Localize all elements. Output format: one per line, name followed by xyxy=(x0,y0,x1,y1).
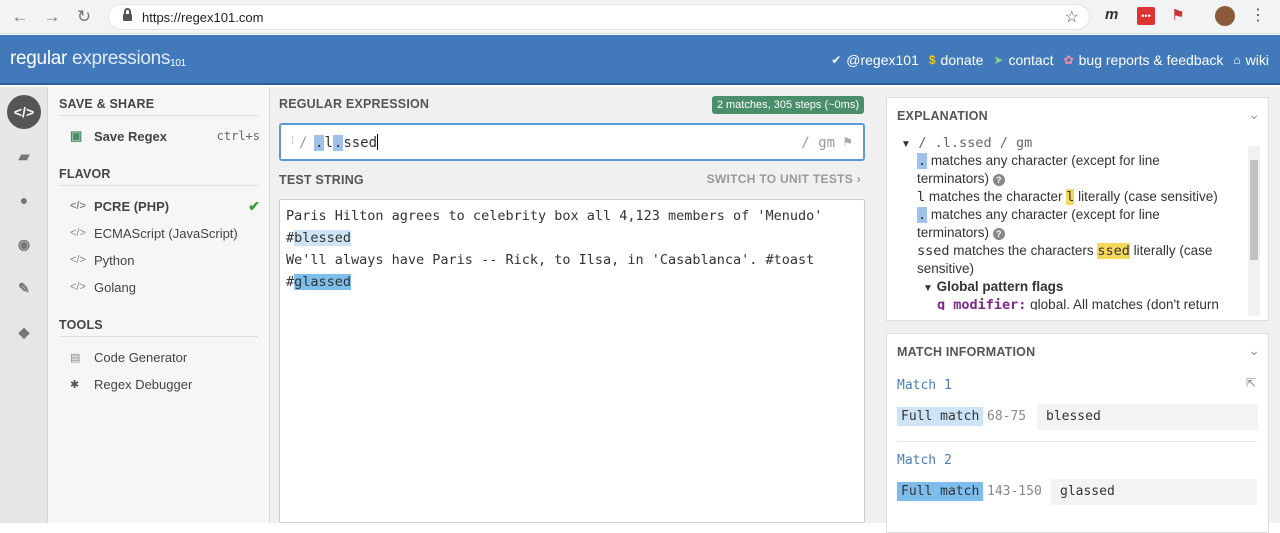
explanation-tree: ▼ / .l.ssed / gm . matches any character… xyxy=(901,134,1219,310)
send-icon: ➤ xyxy=(993,53,1004,67)
wiki-link[interactable]: ⌂ wiki xyxy=(1233,52,1269,68)
address-bar[interactable]: https://regex101.com ☆ xyxy=(108,4,1090,30)
test-string-heading: TEST STRING xyxy=(279,173,364,187)
switch-unit-tests-link[interactable]: SWITCH TO UNIT TESTS › xyxy=(707,172,861,186)
book-icon[interactable]: ▰ xyxy=(7,139,41,173)
divider xyxy=(59,336,258,337)
back-icon[interactable]: ← xyxy=(9,6,31,28)
chevron-down-icon[interactable]: ⌄ xyxy=(1248,106,1260,123)
explanation-root[interactable]: ▼ / .l.ssed / gm xyxy=(901,134,1032,154)
explanation-heading: EXPLANATION xyxy=(897,109,988,123)
match-highlight: blessed xyxy=(294,230,352,246)
forward-icon[interactable]: → xyxy=(41,6,63,28)
flavor-python[interactable]: </> Python xyxy=(70,250,260,270)
match-range: 68-75 xyxy=(987,409,1027,424)
test-line: #blessed xyxy=(286,230,352,246)
full-match-badge: Full match xyxy=(897,407,984,426)
chat-icon[interactable]: ◆ xyxy=(7,315,41,349)
dollar-icon: $ xyxy=(928,53,936,67)
flags-node[interactable]: ▼ Global pattern flags xyxy=(923,278,1063,298)
reload-icon[interactable]: ↻ xyxy=(73,6,95,28)
test-line: We'll always have Paris -- Rick, to Ilsa… xyxy=(286,252,815,268)
regex-debugger-link[interactable]: ✱ Regex Debugger xyxy=(70,374,260,394)
extension-dots-icon[interactable]: ••• xyxy=(1137,7,1155,25)
code-icon[interactable]: </> xyxy=(7,95,41,129)
share-icon[interactable]: ⇱ xyxy=(1246,376,1256,390)
code-icon: </> xyxy=(70,281,86,293)
match-range: 143-150 xyxy=(987,484,1042,499)
match-label: Match 2 xyxy=(897,453,952,468)
library-icon: ⌂ xyxy=(1233,53,1241,67)
drag-handle-icon[interactable]: ⁞ xyxy=(291,135,294,147)
match-count-badge: 2 matches, 305 steps (~0ms) xyxy=(711,96,864,114)
icon-rail: </> ▰ ● ◉ ✎ ◆ xyxy=(0,87,48,523)
help-icon[interactable]: ? xyxy=(992,174,1005,186)
divider xyxy=(59,115,258,116)
save-share-heading: SAVE & SHARE xyxy=(59,97,155,111)
flavor-heading: FLAVOR xyxy=(59,167,111,181)
bug-icon: ✿ xyxy=(1063,53,1074,67)
checkmark-icon: ✔ xyxy=(248,197,260,214)
regex-heading: REGULAR EXPRESSION xyxy=(279,97,430,111)
editor-area: REGULAR EXPRESSION 2 matches, 305 steps … xyxy=(270,87,874,523)
site-logo[interactable]: regular expressions101 xyxy=(10,48,186,70)
test-string-input[interactable]: Paris Hilton agrees to celebrity box all… xyxy=(279,199,865,523)
code-icon: </> xyxy=(70,227,86,239)
file-code-icon: ▤ xyxy=(70,351,81,364)
code-generator-link[interactable]: ▤ Code Generator xyxy=(70,347,260,367)
url-text[interactable]: https://regex101.com xyxy=(142,10,263,25)
lock-icon xyxy=(123,8,132,22)
profile-avatar[interactable] xyxy=(1215,6,1235,26)
test-line: Paris Hilton agrees to celebrity box all… xyxy=(286,208,823,224)
bookmark-star-icon[interactable]: ☆ xyxy=(1065,7,1079,27)
match-value: glassed xyxy=(1051,479,1257,505)
flavor-ecmascript[interactable]: </> ECMAScript (JavaScript) xyxy=(70,223,260,243)
regex-flags[interactable]: / gm xyxy=(801,135,835,151)
code-icon: </> xyxy=(70,200,86,212)
flag-icon[interactable]: ⚑ xyxy=(842,135,853,149)
browser-toolbar: ← → ↻ https://regex101.com ☆ m ••• ⚑ ⋮ xyxy=(0,0,1280,34)
tools-heading: TOOLS xyxy=(59,318,103,332)
full-match-badge: Full match xyxy=(897,482,984,501)
donate-link[interactable]: $ donate xyxy=(929,52,984,68)
code-icon: </> xyxy=(70,254,86,266)
gamepad-icon[interactable]: ◉ xyxy=(7,227,41,261)
flavor-pcre[interactable]: </> PCRE (PHP) ✔ xyxy=(70,196,260,216)
twitter-icon: ✔ xyxy=(831,53,842,67)
match-value: blessed xyxy=(1037,404,1258,430)
right-panel: EXPLANATION ⌄ ▼ / .l.ssed / gm . matches… xyxy=(874,87,1280,533)
help-icon[interactable]: ? xyxy=(992,228,1005,240)
save-regex-button[interactable]: ▣ Save Regex ctrl+s xyxy=(70,126,260,146)
site-header: regular expressions101 ✔ @regex101 $ donat… xyxy=(0,35,1280,85)
contact-link[interactable]: ➤ contact xyxy=(993,52,1053,68)
regex-input[interactable]: ⁞ / .l.ssed / gm ⚑ xyxy=(279,123,865,161)
divider xyxy=(59,185,258,186)
flavor-golang[interactable]: </> Golang xyxy=(70,277,260,297)
bug-icon: ✱ xyxy=(70,378,80,391)
divider xyxy=(897,441,1257,442)
match-label: Match 1 xyxy=(897,378,952,393)
test-line: #glassed xyxy=(286,274,352,290)
match-highlight: glassed xyxy=(294,274,352,290)
chevron-down-icon[interactable]: ⌄ xyxy=(1248,342,1260,359)
header-links: ✔ @regex101 $ donate ➤ contact ✿ bug reports… xyxy=(831,52,1269,68)
side-panel: SAVE & SHARE ▣ Save Regex ctrl+s FLAVOR … xyxy=(48,87,270,523)
extension-m-icon[interactable]: m xyxy=(1105,6,1118,24)
explanation-panel: EXPLANATION ⌄ ▼ / .l.ssed / gm . matches… xyxy=(886,97,1269,321)
save-icon: ▣ xyxy=(70,128,83,143)
explanation-scrollbar[interactable] xyxy=(1248,146,1260,316)
match-info-heading: MATCH INFORMATION xyxy=(897,345,1036,359)
user-icon[interactable]: ● xyxy=(7,183,41,217)
match-information-panel: MATCH INFORMATION ⌄ Match 1 ⇱ Full match… xyxy=(886,333,1269,533)
pdf-extension-icon[interactable]: ⚑ xyxy=(1169,7,1187,25)
twitter-link[interactable]: ✔ @regex101 xyxy=(831,52,919,68)
menu-kebab-icon[interactable]: ⋮ xyxy=(1250,7,1266,25)
bug-report-link[interactable]: ✿ bug reports & feedback xyxy=(1064,52,1224,68)
wrench-icon[interactable]: ✎ xyxy=(7,271,41,305)
regex-pattern[interactable]: .l.ssed xyxy=(314,134,379,151)
